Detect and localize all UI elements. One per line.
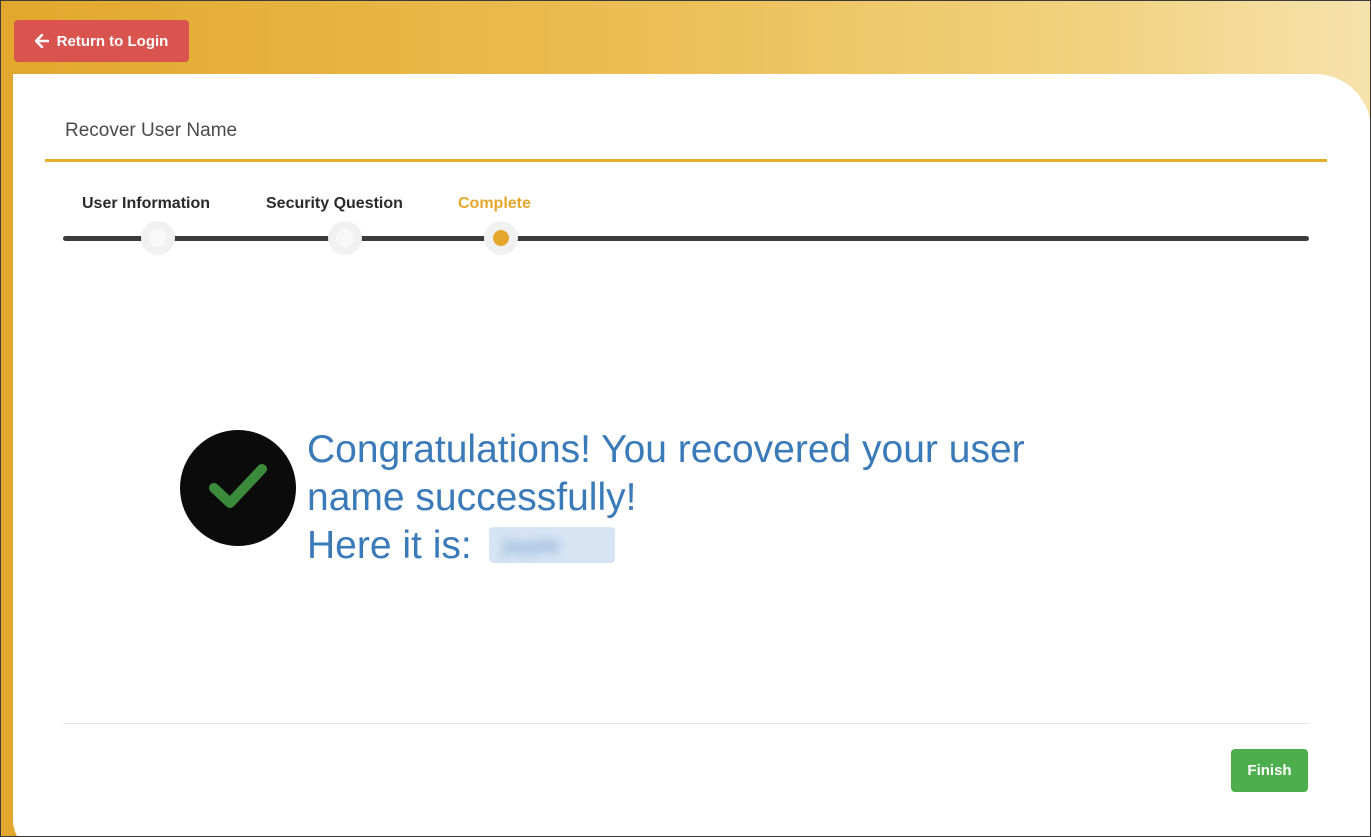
page-title: Recover User Name (65, 120, 238, 141)
step-security-question-label: Security Question (266, 195, 403, 212)
return-to-login-label: Return to Login (56, 32, 169, 50)
finish-button[interactable]: Finish (1231, 749, 1308, 792)
recovered-username-value: jayple (502, 532, 561, 558)
step-user-information-dot (141, 221, 175, 255)
username-prefix: Here it is: (307, 524, 472, 567)
footer-divider (63, 723, 1309, 724)
step-security-question-dot (328, 221, 362, 255)
app-frame: Return to Login Recover User Name User I… (0, 0, 1371, 837)
return-to-login-button[interactable]: Return to Login (14, 20, 189, 62)
success-message: Congratulations! You recovered your user… (307, 426, 1207, 570)
arrow-left-icon (34, 34, 49, 48)
step-complete-dot (484, 221, 518, 255)
step-user-information-label: User Information (82, 195, 211, 212)
success-badge (180, 430, 296, 546)
step-progress-track (63, 236, 1309, 241)
step-complete-label: Complete (458, 195, 531, 212)
success-message-line-2: name successfully! (307, 476, 637, 519)
recovered-username: jayple (488, 526, 615, 563)
title-divider (45, 159, 1327, 162)
checkmark-icon (206, 460, 270, 517)
success-message-line-3: Here it is: jayple (307, 522, 1207, 570)
success-message-line-1: Congratulations! You recovered your user (307, 428, 1025, 471)
recover-panel: Recover User Name User Information Secur… (13, 74, 1370, 836)
